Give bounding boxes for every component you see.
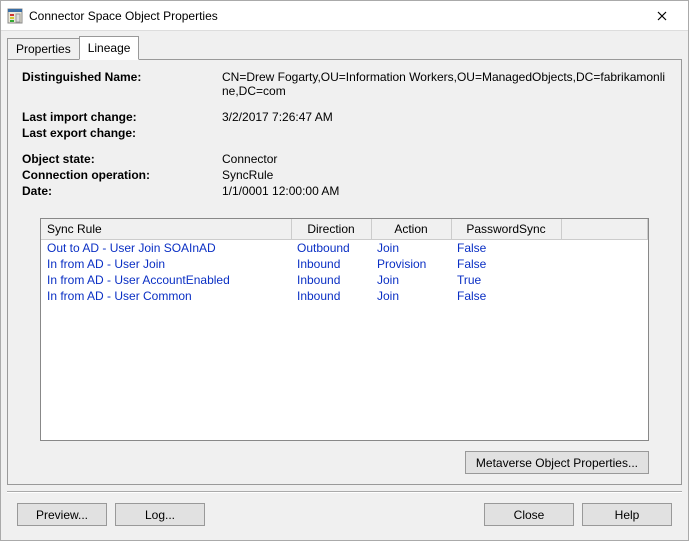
date-value: 1/1/0001 12:00:00 AM [222, 184, 667, 198]
log-button[interactable]: Log... [115, 503, 205, 526]
header-password-sync[interactable]: PasswordSync [451, 219, 561, 240]
bottom-bar: Preview... Log... Close Help [7, 499, 682, 534]
table-row[interactable]: In from AD - User CommonInboundJoinFalse [41, 288, 648, 304]
connection-op-label: Connection operation: [22, 168, 222, 182]
cell-action[interactable]: Join [371, 240, 451, 257]
last-import-label: Last import change: [22, 110, 222, 124]
grid-header-row: Sync Rule Direction Action PasswordSync [41, 219, 648, 240]
cell-password_sync[interactable]: True [451, 272, 561, 288]
cell-spacer [561, 240, 648, 257]
header-sync-rule[interactable]: Sync Rule [41, 219, 291, 240]
window-title: Connector Space Object Properties [29, 9, 642, 23]
cell-rule[interactable]: Out to AD - User Join SOAInAD [41, 240, 291, 257]
cell-action[interactable]: Join [371, 272, 451, 288]
table-row[interactable]: In from AD - User AccountEnabledInboundJ… [41, 272, 648, 288]
separator [7, 491, 682, 493]
header-action[interactable]: Action [371, 219, 451, 240]
cell-spacer [561, 288, 648, 304]
cell-spacer [561, 256, 648, 272]
cell-direction[interactable]: Inbound [291, 272, 371, 288]
cell-rule[interactable]: In from AD - User AccountEnabled [41, 272, 291, 288]
help-button[interactable]: Help [582, 503, 672, 526]
header-spacer [561, 219, 648, 240]
date-label: Date: [22, 184, 222, 198]
cell-direction[interactable]: Inbound [291, 256, 371, 272]
table-row[interactable]: Out to AD - User Join SOAInADOutboundJoi… [41, 240, 648, 257]
tab-lineage[interactable]: Lineage [79, 36, 140, 60]
dn-value: CN=Drew Fogarty,OU=Information Workers,O… [222, 70, 667, 98]
cell-rule[interactable]: In from AD - User Common [41, 288, 291, 304]
title-bar: Connector Space Object Properties [1, 1, 688, 31]
cell-password_sync[interactable]: False [451, 240, 561, 257]
close-button[interactable]: Close [484, 503, 574, 526]
last-export-value [222, 126, 667, 140]
tab-panel-lineage: Distinguished Name: CN=Drew Fogarty,OU=I… [7, 59, 682, 485]
tab-properties[interactable]: Properties [7, 38, 80, 59]
cell-direction[interactable]: Inbound [291, 288, 371, 304]
object-state-label: Object state: [22, 152, 222, 166]
app-icon [7, 8, 23, 24]
connection-op-value: SyncRule [222, 168, 667, 182]
close-icon[interactable] [642, 2, 682, 30]
cell-password_sync[interactable]: False [451, 288, 561, 304]
metaverse-properties-button[interactable]: Metaverse Object Properties... [465, 451, 649, 474]
cell-spacer [561, 272, 648, 288]
sync-rule-grid[interactable]: Sync Rule Direction Action PasswordSync … [40, 218, 649, 441]
preview-button[interactable]: Preview... [17, 503, 107, 526]
last-import-value: 3/2/2017 7:26:47 AM [222, 110, 667, 124]
last-export-label: Last export change: [22, 126, 222, 140]
cell-action[interactable]: Join [371, 288, 451, 304]
tab-strip: Properties Lineage [7, 37, 682, 59]
header-direction[interactable]: Direction [291, 219, 371, 240]
cell-direction[interactable]: Outbound [291, 240, 371, 257]
client-area: Properties Lineage Distinguished Name: C… [1, 31, 688, 540]
cell-rule[interactable]: In from AD - User Join [41, 256, 291, 272]
table-row[interactable]: In from AD - User JoinInboundProvisionFa… [41, 256, 648, 272]
dn-label: Distinguished Name: [22, 70, 222, 98]
object-state-value: Connector [222, 152, 667, 166]
window: Connector Space Object Properties Proper… [0, 0, 689, 541]
cell-action[interactable]: Provision [371, 256, 451, 272]
cell-password_sync[interactable]: False [451, 256, 561, 272]
